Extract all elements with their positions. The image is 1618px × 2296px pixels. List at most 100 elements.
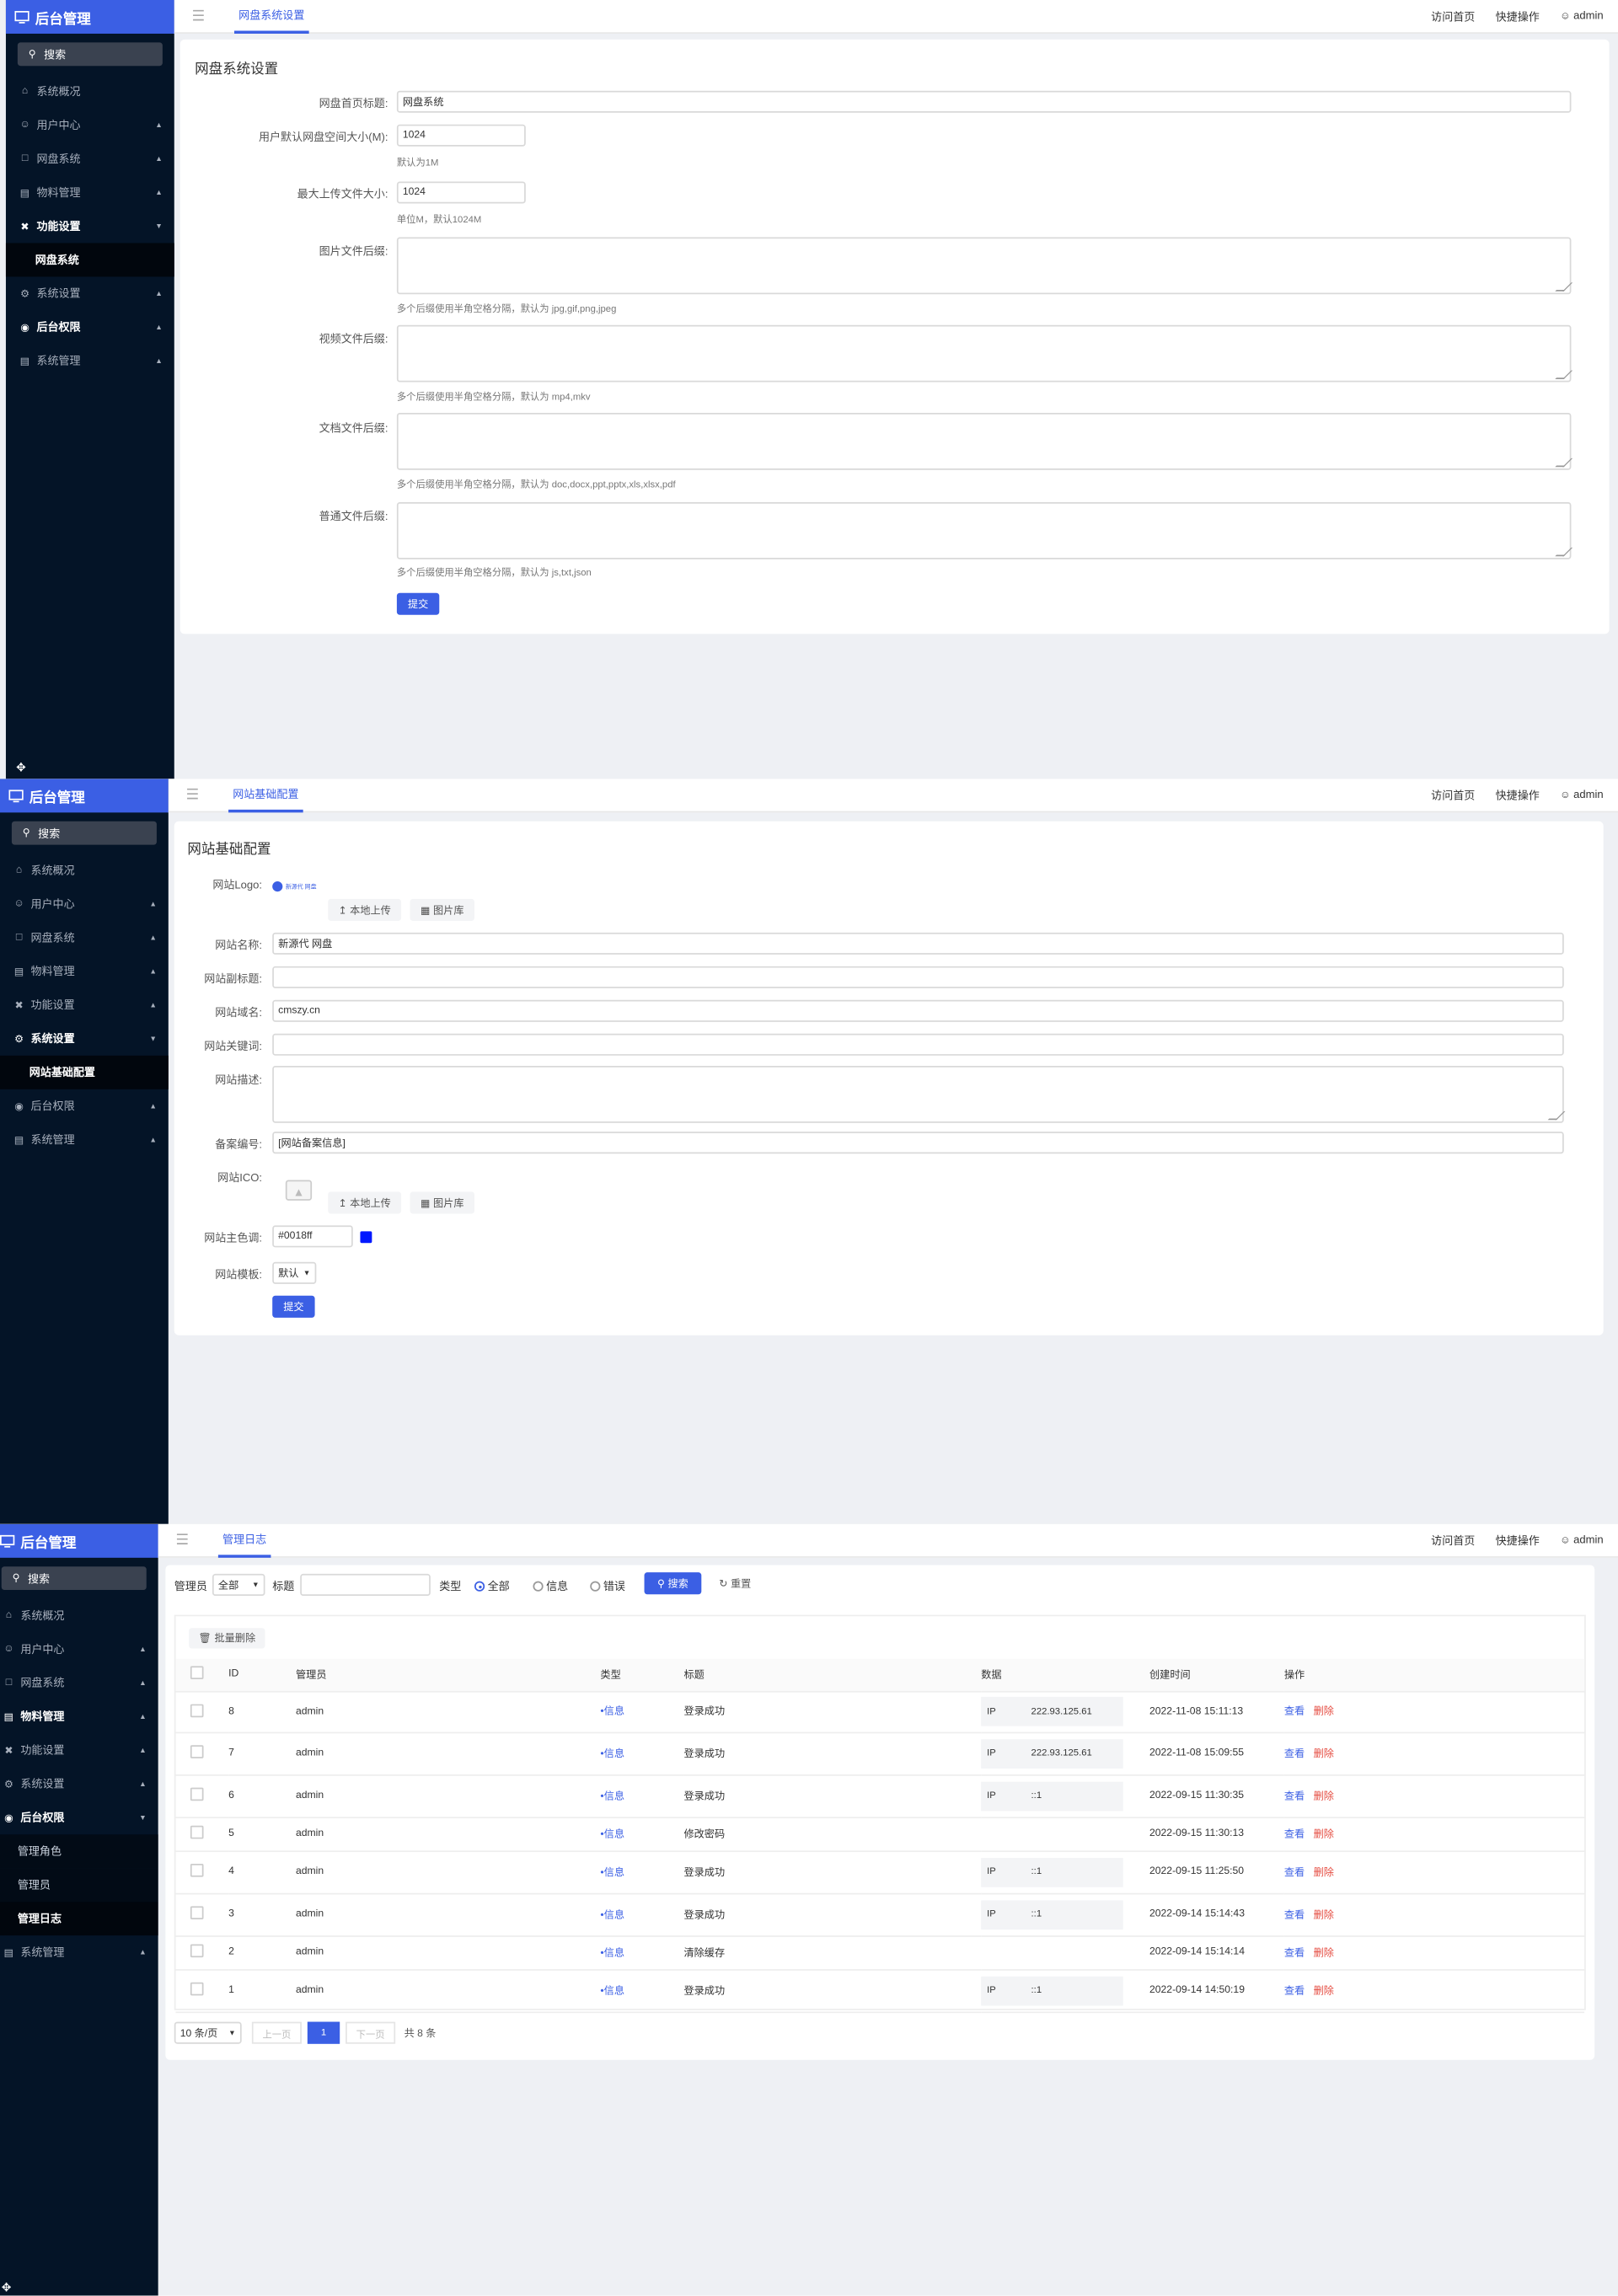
doc-suffix-textarea[interactable] (396, 413, 1572, 470)
delete-link[interactable]: 删除 (1314, 1749, 1334, 1759)
sidebar-item-material[interactable]: ▤ 物料管理 ▲ (0, 1699, 158, 1733)
tab-disk-settings[interactable]: 网盘系统设置 (233, 0, 309, 34)
sidebar-item-system-manage[interactable]: ▤ 系统管理 ▲ (6, 344, 174, 377)
radio-info[interactable]: 信息 (533, 1578, 568, 1594)
quick-actions-link[interactable]: 快捷操作 (1496, 787, 1540, 803)
sidebar-subitem-disk-system[interactable]: 网盘系统 (5, 243, 174, 277)
upload-input[interactable]: 1024 (396, 181, 526, 204)
sidebar-search[interactable]: ⚲ 搜索 (1, 1566, 147, 1591)
row-checkbox[interactable] (190, 1825, 204, 1839)
row-checkbox[interactable] (190, 1787, 204, 1801)
sidebar-item-user-center[interactable]: ☺ 用户中心 ▲ (0, 887, 169, 921)
sidebar-item-feature[interactable]: ✖ 功能设置 ▲ (0, 988, 169, 1022)
space-input[interactable]: 1024 (396, 124, 526, 147)
sidebar-subitem-roles[interactable]: 管理角色 (0, 1834, 158, 1869)
sidebar-item-material[interactable]: ▤ 物料管理 ▲ (6, 176, 174, 210)
filter-admin-select[interactable]: 全部 ▼ (212, 1573, 265, 1596)
filter-title-input[interactable] (300, 1573, 431, 1596)
sidebar-search[interactable]: ⚲ 搜索 (11, 821, 157, 845)
view-link[interactable]: 查看 (1284, 1749, 1305, 1759)
common-suffix-textarea[interactable] (396, 501, 1572, 559)
sidebar-item-overview[interactable]: ⌂ 系统概况 (6, 75, 174, 109)
row-checkbox[interactable] (190, 1863, 204, 1877)
sidebar-item-disk-system[interactable]: □ 网盘系统 ▲ (0, 1666, 158, 1699)
delete-link[interactable]: 删除 (1314, 1791, 1334, 1801)
view-link[interactable]: 查看 (1284, 1986, 1305, 1996)
quick-actions-link[interactable]: 快捷操作 (1496, 8, 1540, 24)
view-link[interactable]: 查看 (1284, 1791, 1305, 1801)
sidebar-item-system-manage[interactable]: ▤ 系统管理 ▲ (0, 1123, 169, 1157)
delete-link[interactable]: 删除 (1314, 1948, 1334, 1958)
sidebar-item-overview[interactable]: ⌂ 系统概况 (0, 854, 169, 887)
sidebar-search[interactable]: ⚲ 搜索 (17, 42, 163, 67)
radio-error[interactable]: 错误 (590, 1578, 625, 1594)
row-checkbox[interactable] (190, 1944, 204, 1958)
row-checkbox[interactable] (190, 1906, 204, 1919)
sidebar-item-overview[interactable]: ⌂ 系统概况 (0, 1598, 158, 1632)
user-menu[interactable]: ☺ admin (1560, 1532, 1604, 1548)
visit-home-link[interactable]: 访问首页 (1431, 1532, 1475, 1548)
menu-toggle-icon[interactable]: ☰ (176, 1532, 190, 1548)
subtitle-input[interactable] (272, 966, 1564, 988)
view-link[interactable]: 查看 (1284, 1707, 1305, 1717)
search-button[interactable]: ⚲ 搜索 (644, 1572, 702, 1595)
brand[interactable]: 后台管理 (0, 779, 169, 813)
site-name-input[interactable]: 新源代 网盘 (272, 932, 1564, 955)
visit-home-link[interactable]: 访问首页 (1431, 8, 1475, 24)
sidebar-subitem-site-config[interactable]: 网站基础配置 (0, 1055, 169, 1089)
sidebar-subitem-logs[interactable]: 管理日志 (0, 1902, 158, 1936)
sidebar-item-user-center[interactable]: ☺ 用户中心 ▲ (6, 109, 174, 142)
page-1-button[interactable]: 1 (307, 2021, 340, 2044)
image-suffix-textarea[interactable] (396, 237, 1572, 295)
batch-delete-button[interactable]: 🗑 批量删除 (189, 1628, 265, 1649)
view-link[interactable]: 查看 (1284, 1948, 1305, 1958)
keywords-input[interactable] (272, 1033, 1564, 1056)
move-icon[interactable]: ✥ (16, 762, 26, 775)
icp-input[interactable]: [网站备案信息] (272, 1132, 1564, 1154)
move-icon[interactable]: ✥ (2, 2281, 12, 2294)
delete-link[interactable]: 删除 (1314, 1986, 1334, 1996)
sidebar-item-permissions[interactable]: ◉ 后台权限 ▼ (0, 1801, 158, 1834)
user-menu[interactable]: ☺ admin (1560, 8, 1604, 24)
delete-link[interactable]: 删除 (1314, 1910, 1334, 1920)
quick-actions-link[interactable]: 快捷操作 (1496, 1532, 1540, 1548)
color-input[interactable]: #0018ff (272, 1225, 353, 1248)
sidebar-item-system-settings[interactable]: ⚙ 系统设置 ▲ (6, 276, 174, 310)
logo-upload-button[interactable]: ↥ 本地上传 (328, 898, 402, 921)
template-select[interactable]: 默认 ▼ (272, 1261, 317, 1284)
row-checkbox[interactable] (190, 1982, 204, 1996)
sidebar-item-system-settings[interactable]: ⚙ 系统设置 ▲ (0, 1767, 158, 1801)
next-page-button[interactable]: 下一页 (346, 2021, 396, 2044)
select-all-checkbox[interactable] (190, 1666, 204, 1680)
sidebar-item-permissions[interactable]: ◉ 后台权限 ▲ (0, 1089, 169, 1123)
ico-library-button[interactable]: ▦ 图片库 (410, 1191, 474, 1214)
page-size-select[interactable]: 10 条/页 ▼ (174, 2021, 242, 2044)
submit-button[interactable]: 提交 (272, 1295, 315, 1318)
reset-button[interactable]: ↻ 重置 (710, 1572, 760, 1595)
row-checkbox[interactable] (190, 1745, 204, 1758)
logo-library-button[interactable]: ▦ 图片库 (410, 898, 474, 921)
delete-link[interactable]: 删除 (1314, 1867, 1334, 1877)
view-link[interactable]: 查看 (1284, 1829, 1305, 1839)
delete-link[interactable]: 删除 (1314, 1707, 1334, 1717)
sidebar-item-system-settings[interactable]: ⚙ 系统设置 ▼ (0, 1022, 169, 1056)
description-textarea[interactable] (272, 1065, 1564, 1123)
sidebar-item-feature[interactable]: ✖ 功能设置 ▲ (0, 1733, 158, 1767)
tab-admin-log[interactable]: 管理日志 (217, 1524, 271, 1557)
tab-site-config[interactable]: 网站基础配置 (228, 779, 303, 812)
view-link[interactable]: 查看 (1284, 1910, 1305, 1920)
sidebar-item-permissions[interactable]: ◉ 后台权限 ▲ (6, 310, 174, 344)
sidebar-item-user-center[interactable]: ☺ 用户中心 ▲ (0, 1632, 158, 1666)
sidebar-item-disk-system[interactable]: □ 网盘系统 ▲ (0, 921, 169, 955)
visit-home-link[interactable]: 访问首页 (1431, 787, 1475, 803)
menu-toggle-icon[interactable]: ☰ (192, 8, 206, 24)
brand[interactable]: 后台管理 (5, 0, 174, 34)
sidebar-item-feature[interactable]: ✖ 功能设置 ▼ (6, 209, 174, 243)
user-menu[interactable]: ☺ admin (1560, 787, 1604, 803)
row-checkbox[interactable] (190, 1703, 204, 1717)
color-swatch[interactable] (360, 1231, 372, 1244)
view-link[interactable]: 查看 (1284, 1867, 1305, 1877)
prev-page-button[interactable]: 上一页 (251, 2021, 302, 2044)
sidebar-item-material[interactable]: ▤ 物料管理 ▲ (0, 955, 169, 988)
radio-all[interactable]: 全部 (474, 1578, 510, 1594)
